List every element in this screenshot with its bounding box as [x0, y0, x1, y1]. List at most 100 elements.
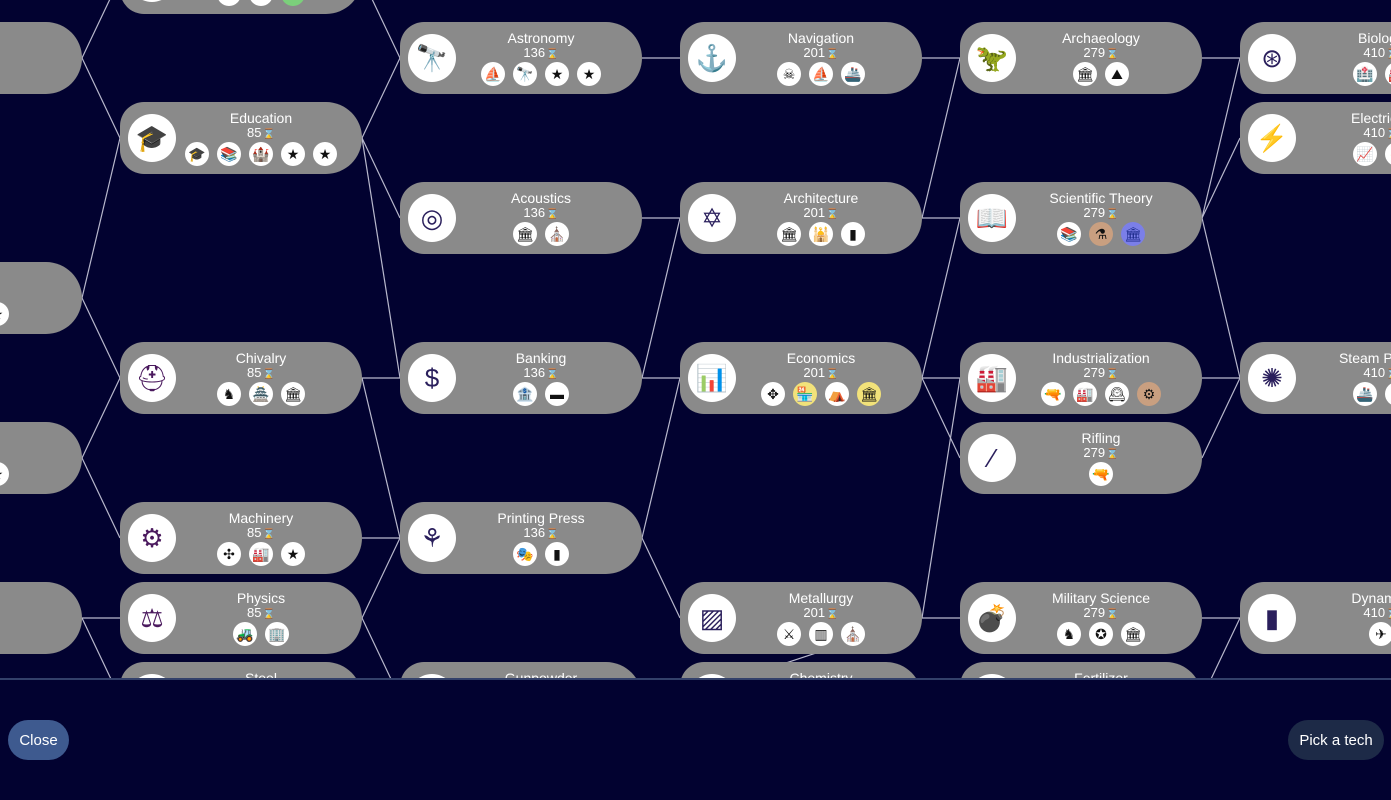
unlock-icon[interactable]: 🏛 [857, 382, 881, 406]
tech-node-education[interactable]: 🎓 Education 85⌛ 🎓 📚 🏰 ★ ★ [120, 102, 362, 174]
unlock-icon[interactable]: 🕰 [1105, 382, 1129, 406]
unlock-icon[interactable]: 🏛 [1121, 622, 1145, 646]
unlock-icon[interactable]: 🔫 [1041, 382, 1065, 406]
unlock-icon[interactable]: 🏦 [513, 382, 537, 406]
unlock-icon[interactable]: 📚 [217, 142, 241, 166]
unlock-icon[interactable]: 🎭 [513, 542, 537, 566]
tech-node-dynamite[interactable]: ▮Dynamite410⌛✈ [1240, 582, 1391, 654]
tech-node-biology[interactable]: ⊛Biology410⌛🏥🏭 [1240, 22, 1391, 94]
unlock-icon[interactable]: 🔫 [1089, 462, 1113, 486]
unlock-icon[interactable]: 🏯 [249, 382, 273, 406]
unlock-icon[interactable]: ▥ [809, 622, 833, 646]
tech-tree-viewport[interactable]: gyvice⛓★s🏪★sting⚒🎓Education85⌛🎓📚🏰★★⛑Chiv… [0, 0, 1391, 679]
tech-node-steam-power[interactable]: ✺Steam Power410⌛🚢 [1240, 342, 1391, 414]
unlock-icon[interactable]: 🏛 [1121, 222, 1145, 246]
unlock-icon[interactable]: 🏭 [1073, 382, 1097, 406]
unlock-icon[interactable] [249, 0, 273, 6]
unlock-icon[interactable]: 🚜 [233, 622, 257, 646]
hourglass-icon: ⌛ [1106, 369, 1119, 380]
unlock-icon[interactable]: ✣ [217, 542, 241, 566]
unlock-icon[interactable]: 🏭 [249, 542, 273, 566]
unlock-icon[interactable]: ⚡ [1385, 142, 1391, 166]
unlock-icon[interactable]: ⚙ [1137, 382, 1161, 406]
unlock-icon[interactable]: 🏢 [265, 622, 289, 646]
close-button[interactable]: Close [8, 720, 69, 760]
unlock-icon[interactable]: 🏛 [281, 382, 305, 406]
unlock-icon[interactable]: ⛵ [809, 62, 833, 86]
unlock-icon[interactable]: 🏛 [777, 222, 801, 246]
unlock-icon[interactable]: ⛪ [545, 222, 569, 246]
unlock-icon[interactable]: ⛰ [1105, 62, 1129, 86]
tech-node-ecology-cut[interactable]: gy [0, 22, 82, 94]
unlock-icon[interactable]: 🕌 [809, 222, 833, 246]
unlock-icon[interactable]: ⚗ [1089, 222, 1113, 246]
tech-node-scientific-theory[interactable]: 📖 Scientific Theory 279⌛ 📚 ⚗ 🏛 [960, 182, 1202, 254]
unlock-icon[interactable]: 🚢 [841, 62, 865, 86]
unlock-icon[interactable]: ⛵ [481, 62, 505, 86]
tech-node-printing-press[interactable]: ⚘ Printing Press 136⌛ 🎭 ▮ [400, 502, 642, 574]
tech-node-economics[interactable]: 📊 Economics 201⌛ ✥ 🏪 ⛺ 🏛 [680, 342, 922, 414]
tech-node-fertilizer[interactable]: Fertilizer [960, 662, 1202, 679]
tech-node-rifling[interactable]: ⁄ Rifling 279⌛ 🔫 [960, 422, 1202, 494]
unlock-icon[interactable]: ★ [313, 142, 337, 166]
tech-node-metallurgy[interactable]: ▨ Metallurgy 201⌛ ⚔ ▥ ⛪ [680, 582, 922, 654]
unlock-icon[interactable] [281, 0, 305, 6]
tech-node-archaeology[interactable]: 🦖 Archaeology 279⌛ 🏛 ⛰ [960, 22, 1202, 94]
tech-node-banking[interactable]: $ Banking 136⌛ 🏦 ▬ [400, 342, 642, 414]
tech-node-navigation[interactable]: ⚓ Navigation 201⌛ ☠ ⛵ 🚢 [680, 22, 922, 94]
unlock-icon[interactable]: ⛺ [825, 382, 849, 406]
tech-node-chemistry[interactable]: Chemistry [680, 662, 922, 679]
unlock-icon[interactable]: 🏪 [793, 382, 817, 406]
unlock-icon[interactable]: 🏭 [1385, 62, 1391, 86]
unlock-icon[interactable]: ⛪ [841, 622, 865, 646]
tech-node-electricity[interactable]: ⚡Electricity410⌛📈⚡ [1240, 102, 1391, 174]
unlock-icon[interactable]: 🏛 [513, 222, 537, 246]
tech-node-steel[interactable]: Steel [120, 662, 362, 679]
unlock-icon[interactable]: 🎓 [185, 142, 209, 166]
unlock-icon[interactable]: ✪ [1089, 622, 1113, 646]
tech-name: Acoustics [511, 190, 571, 206]
unlock-icon[interactable]: 🏥 [1353, 62, 1377, 86]
unlock-icon[interactable]: 📈 [1353, 142, 1377, 166]
unlock-icon[interactable]: ▬ [545, 382, 569, 406]
pick-a-tech-button[interactable]: Pick a tech [1288, 720, 1384, 760]
tech-node-industrialization[interactable]: 🏭 Industrialization 279⌛ 🔫 🏭 🕰 ⚙ [960, 342, 1202, 414]
unlock-icon[interactable]: ☠ [777, 62, 801, 86]
unlock-icon[interactable]: ★ [0, 302, 9, 326]
unlock-icon[interactable]: 🏰 [249, 142, 273, 166]
unlock-icon[interactable]: ★ [281, 542, 305, 566]
tech-node-architecture[interactable]: ✡ Architecture 201⌛ 🏛 🕌 ▮ [680, 182, 922, 254]
tech-node-physics[interactable]: ⚖ Physics 85⌛ 🚜 🏢 [120, 582, 362, 654]
tech-node-military-science[interactable]: 💣 Military Science 279⌛ ♞ ✪ 🏛 [960, 582, 1202, 654]
unlock-icon[interactable]: ▮ [545, 542, 569, 566]
unlock-icon[interactable]: 🚢 [1353, 382, 1377, 406]
hourglass-icon: ⌛ [262, 129, 275, 140]
unlock-icon[interactable]: 📚 [1057, 222, 1081, 246]
tech-node-astronomy[interactable]: 🔭 Astronomy 136⌛ ⛵ 🔭 ★ ★ [400, 22, 642, 94]
unlock-icon[interactable]: 🔭 [513, 62, 537, 86]
connection-top-cut-to-astronomy [371, 0, 401, 59]
tech-node-machinery[interactable]: ⚙ Machinery 85⌛ ✣ 🏭 ★ [120, 502, 362, 574]
tech-name: Biology [1358, 30, 1391, 46]
unlock-icon[interactable]: ✥ [761, 382, 785, 406]
tech-node-chivalry[interactable]: ⛑ Chivalry 85⌛ ♞ 🏯 🏛 [120, 342, 362, 414]
unlock-icon[interactable]: ★ [577, 62, 601, 86]
tech-node-acoustics[interactable]: ◎ Acoustics 136⌛ 🏛 ⛪ [400, 182, 642, 254]
unlock-icon[interactable]: ♞ [1057, 622, 1081, 646]
unlock-icon[interactable]: ▮ [841, 222, 865, 246]
unlock-icon[interactable] [1385, 382, 1391, 406]
unlock-icon[interactable]: ★ [545, 62, 569, 86]
unlock-icon[interactable]: ✈ [1369, 622, 1391, 646]
unlock-icon[interactable]: ⚔ [777, 622, 801, 646]
unlock-icon[interactable]: ♞ [217, 382, 241, 406]
tech-node-guilds-cut[interactable]: s 🏪★ [0, 422, 82, 494]
unlock-icon[interactable]: ★ [0, 462, 9, 486]
top-cut-tech-icon [128, 0, 176, 2]
tech-node-civil-service-cut[interactable]: vice ⛓★ [0, 262, 82, 334]
unlock-icon[interactable]: ★ [281, 142, 305, 166]
unlock-icon[interactable]: 🏛 [1073, 62, 1097, 86]
tech-node-casting-cut[interactable]: sting ⚒ [0, 582, 82, 654]
unlock-icon[interactable] [217, 0, 241, 6]
tech-node-top-cut[interactable] [120, 0, 362, 14]
tech-node-gunpowder[interactable]: Gunpowder [400, 662, 642, 679]
